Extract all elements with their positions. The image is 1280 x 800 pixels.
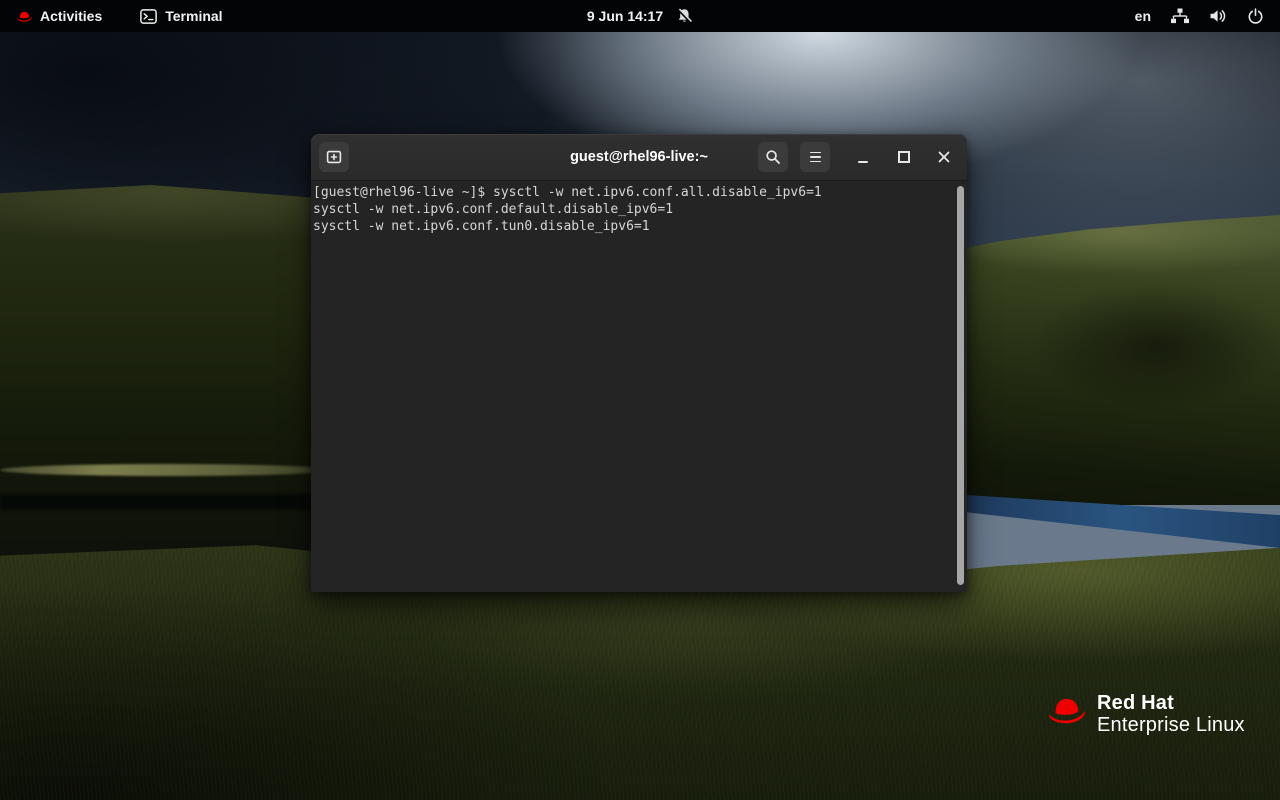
redhat-logo: Red Hat Enterprise Linux: [1046, 692, 1245, 736]
new-tab-button[interactable]: [319, 142, 349, 172]
wallpaper-ridge-highlight: [0, 464, 335, 476]
search-button[interactable]: [758, 142, 788, 172]
wallpaper-mountain-right: [930, 215, 1280, 505]
search-icon: [765, 149, 781, 165]
close-icon: [938, 151, 950, 163]
redhat-logo-text: Red Hat Enterprise Linux: [1097, 692, 1245, 736]
close-button[interactable]: [929, 142, 959, 172]
power-icon: [1247, 8, 1264, 25]
focused-app-label: Terminal: [165, 8, 222, 24]
notifications-disabled-icon: [676, 8, 693, 24]
activities-label: Activities: [40, 8, 102, 24]
gnome-top-bar: Activities Terminal 9 Jun 14:17 en: [0, 0, 1280, 32]
terminal-app-icon: [140, 9, 157, 24]
clock-menu[interactable]: 9 Jun 14:17: [587, 8, 693, 24]
terminal-line: [guest@rhel96-live ~]$ sysctl -w net.ipv…: [313, 185, 951, 202]
new-tab-icon: [326, 149, 342, 165]
wired-network-icon: [1170, 8, 1190, 24]
keyboard-layout-indicator[interactable]: en: [1135, 8, 1151, 24]
wallpaper-gorge-shadow: [0, 494, 330, 510]
terminal-line: sysctl -w net.ipv6.conf.tun0.disable_ipv…: [313, 219, 951, 236]
terminal-line: sysctl -w net.ipv6.conf.default.disable_…: [313, 202, 951, 219]
hamburger-menu-icon: [810, 152, 821, 163]
maximize-button[interactable]: [889, 142, 919, 172]
terminal-headerbar[interactable]: guest@rhel96-live:~: [311, 134, 967, 181]
minimize-button[interactable]: [848, 142, 878, 172]
terminal-content[interactable]: [guest@rhel96-live ~]$ sysctl -w net.ipv…: [311, 181, 967, 592]
maximize-icon: [898, 151, 910, 163]
focused-app-indicator[interactable]: Terminal: [140, 8, 222, 24]
desktop-screen: Red Hat Enterprise Linux Activities Term…: [0, 0, 1280, 800]
menu-button[interactable]: [800, 142, 830, 172]
terminal-scrollbar[interactable]: [957, 186, 964, 585]
minimize-icon: [858, 161, 868, 163]
redhat-fedora-icon: [1046, 695, 1088, 726]
brand-name: Red Hat: [1097, 692, 1245, 714]
redhat-hat-icon: [16, 10, 33, 23]
activities-button[interactable]: Activities: [16, 8, 102, 24]
terminal-window: guest@rhel96-live:~: [311, 134, 967, 592]
system-status-area[interactable]: en: [1135, 8, 1264, 25]
brand-product: Enterprise Linux: [1097, 714, 1245, 736]
clock-label: 9 Jun 14:17: [587, 8, 663, 24]
volume-icon: [1209, 8, 1228, 24]
